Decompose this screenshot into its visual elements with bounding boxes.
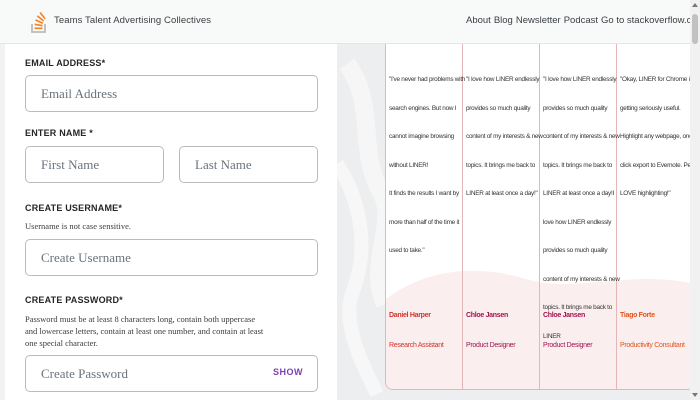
password-label: CREATE PASSWORD* bbox=[25, 295, 123, 305]
username-field[interactable]: Create Username bbox=[25, 239, 318, 276]
nav-stackoverflow-link[interactable]: Go to stackoverflow.com bbox=[601, 15, 700, 26]
testimonial-author: Daniel Harper bbox=[389, 312, 431, 319]
testimonial-quote: "Okay, LINER for Chrome is getting serio… bbox=[620, 76, 695, 197]
top-header: Teams Talent Advertising Collectives Abo… bbox=[0, 0, 700, 44]
nav-about-link[interactable]: About bbox=[466, 15, 491, 26]
last-name-placeholder: Last Name bbox=[195, 156, 252, 172]
email-label: EMAIL ADDRESS* bbox=[25, 58, 106, 68]
testimonial-quote: "I love how LINER endlessly provides so … bbox=[543, 76, 620, 340]
nav-podcast-link[interactable]: Podcast bbox=[564, 15, 598, 26]
password-note-line-2: and lowercase letters, contain at least … bbox=[25, 326, 264, 336]
testimonial-card: "I love how LINER endlessly provides so … bbox=[540, 44, 620, 389]
username-placeholder: Create Username bbox=[41, 249, 131, 265]
top-nav: About Blog Newsletter Podcast Go to stac… bbox=[466, 15, 700, 26]
scrollbar-thumb[interactable] bbox=[692, 14, 698, 44]
testimonial-role: Product Designer bbox=[466, 342, 516, 349]
email-field[interactable]: Email Address bbox=[25, 75, 318, 112]
first-name-field[interactable]: First Name bbox=[25, 146, 164, 183]
testimonial-card: "I love how LINER endlessly provides so … bbox=[463, 44, 543, 389]
password-note-line-3: one special character. bbox=[25, 338, 98, 348]
testimonial-author: Chloe Jansen bbox=[543, 312, 585, 319]
last-name-field[interactable]: Last Name bbox=[179, 146, 318, 183]
testimonial-role: Research Assistant bbox=[389, 342, 444, 349]
username-note: Username is not case sensitive. bbox=[25, 221, 131, 231]
testimonial-card: "I've never had problems with search eng… bbox=[386, 44, 466, 389]
testimonial-author: Tiago Forte bbox=[620, 312, 655, 319]
name-label: ENTER NAME * bbox=[25, 128, 93, 138]
testimonial-role: Product Designer bbox=[543, 342, 593, 349]
nav-blog-link[interactable]: Blog bbox=[494, 15, 513, 26]
testimonial-quote: "I love how LINER endlessly provides so … bbox=[466, 76, 543, 197]
testimonial-cards: "I've never had problems with search eng… bbox=[385, 44, 695, 390]
scroll-down-arrow-icon[interactable] bbox=[692, 393, 698, 397]
password-field[interactable]: Create Password SHOW bbox=[25, 355, 318, 392]
email-placeholder: Email Address bbox=[41, 85, 118, 101]
testimonial-role: Productivity Consultant bbox=[620, 342, 685, 349]
testimonial-quote: "I've never had problems with search eng… bbox=[389, 76, 466, 254]
first-name-placeholder: First Name bbox=[41, 156, 100, 172]
nav-newsletter-link[interactable]: Newsletter bbox=[516, 15, 561, 26]
stack-logo-icon[interactable] bbox=[30, 8, 48, 34]
testimonial-card: "Okay, LINER for Chrome is getting serio… bbox=[617, 44, 695, 389]
signup-form: EMAIL ADDRESS* Email Address ENTER NAME … bbox=[5, 44, 337, 400]
username-label: CREATE USERNAME* bbox=[25, 203, 123, 213]
brand-text[interactable]: Teams Talent Advertising Collectives bbox=[54, 15, 211, 26]
show-password-button[interactable]: SHOW bbox=[273, 367, 303, 377]
page-scrollbar[interactable] bbox=[690, 0, 700, 400]
scroll-up-arrow-icon[interactable] bbox=[692, 3, 698, 7]
password-note-line-1: Password must be at least 8 characters l… bbox=[25, 314, 256, 324]
password-placeholder: Create Password bbox=[41, 365, 129, 381]
testimonial-author: Chloe Jansen bbox=[466, 312, 508, 319]
